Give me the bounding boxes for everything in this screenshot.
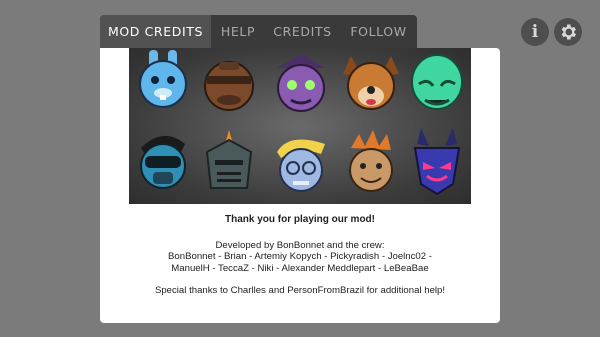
character-spiky-orange [349,130,393,192]
character-blonde-cyborg [277,139,325,192]
special-thanks: Special thanks to Charlles and PersonFro… [154,285,446,296]
crew-list-line-2: ManuelH - TeccaZ - Niki - Alexander Medd… [171,262,429,274]
info-icon[interactable]: i [521,18,549,46]
character-masked [140,135,186,189]
gear-glyph [561,24,576,40]
character-blue-bunny [139,50,187,108]
character-pink-demon [413,128,461,196]
character-robot-knight [205,130,253,189]
tab-bar: MOD CREDITS HELP CREDITS FOLLOW [100,15,417,48]
credits-text: Thank you for playing our mod! Developed… [100,214,500,297]
tab-mod-credits[interactable]: MOD CREDITS [100,15,211,48]
tab-follow[interactable]: FOLLOW [340,15,417,48]
characters-illustration [139,50,463,196]
crew-list-line-1: BonBonnet - Brian - Artemiy Kopych - Pic… [168,251,432,262]
character-brown-face [204,61,254,111]
character-dog [343,56,399,110]
developed-by: Developed by BonBonnet and the crew: [215,239,385,251]
gear-icon[interactable] [554,18,582,46]
character-green-alien [411,54,463,110]
credits-panel: Thank you for playing our mod! Developed… [100,48,500,323]
character-purple-zombie [277,54,325,112]
thanks-message: Thank you for playing our mod! [225,214,375,225]
tab-credits[interactable]: CREDITS [265,15,340,48]
characters-artwork [129,48,471,204]
tab-help[interactable]: HELP [211,15,265,48]
